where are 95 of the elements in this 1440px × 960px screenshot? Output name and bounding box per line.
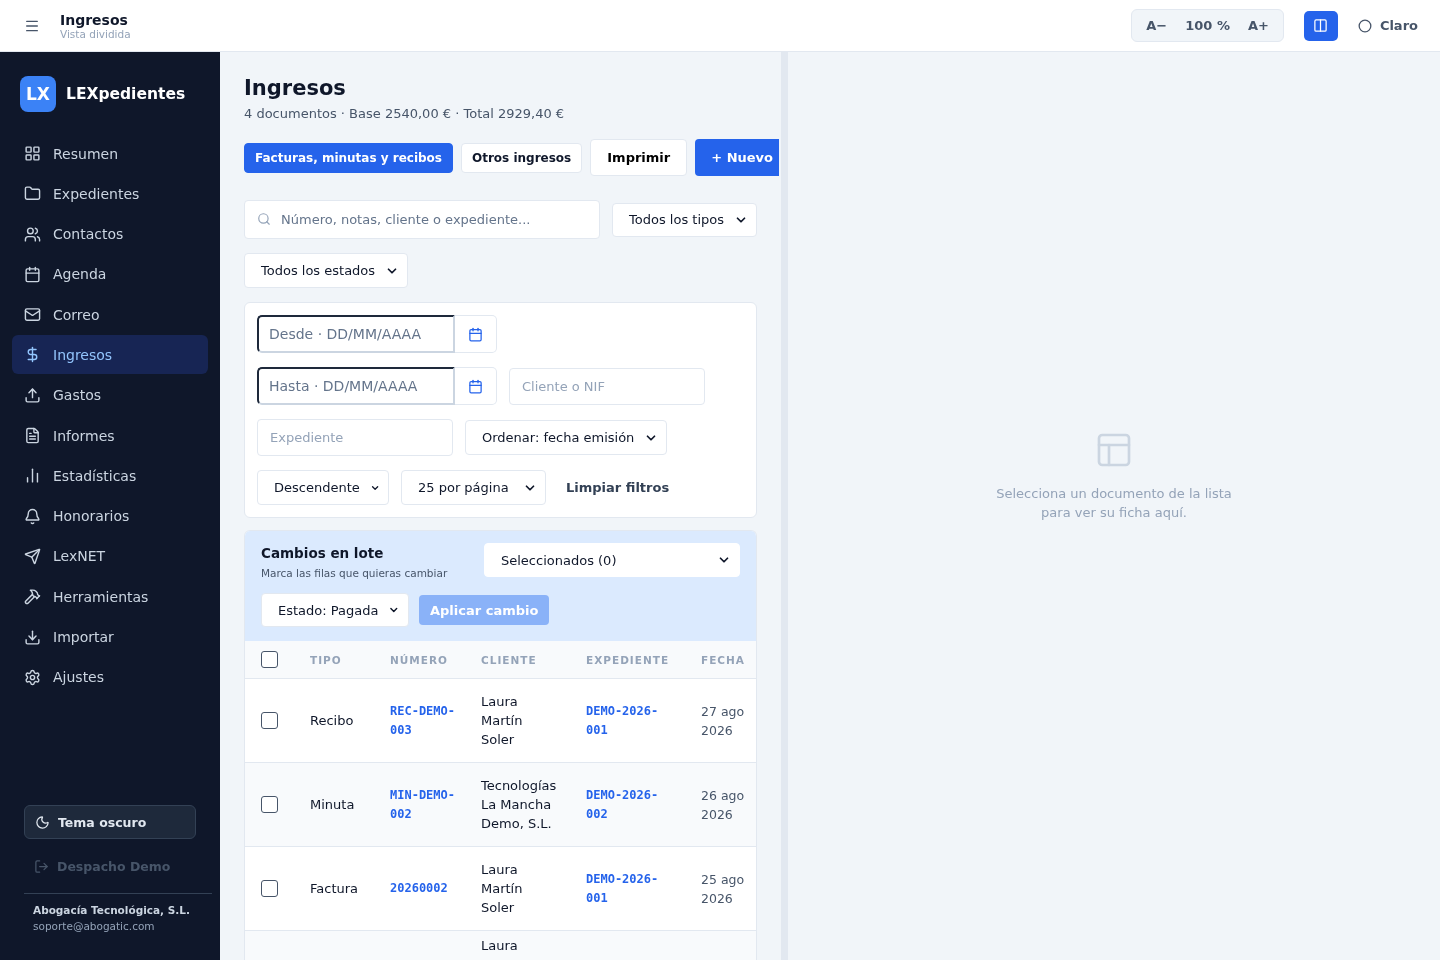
sidebar-item[interactable]: Correo [12, 295, 208, 335]
column-header: EXPEDIENTE [586, 653, 671, 666]
document-link[interactable]: MIN-DEMO-002 [390, 785, 469, 824]
split-view-button[interactable] [1303, 10, 1338, 41]
sidebar-item[interactable]: Agenda [12, 254, 208, 294]
column-header: NÚMERO [390, 653, 449, 666]
sidebar-item[interactable]: Ingresos [12, 335, 208, 375]
empty-detail-message: Selecciona un documento de la lista para ver su ficha aquí. [995, 485, 1233, 522]
sidebar-item[interactable]: Estadísticas [12, 456, 208, 496]
support-email: soporte@abogatic.com [33, 920, 156, 932]
checkbox[interactable] [261, 796, 278, 813]
moon-icon [35, 814, 50, 830]
users-icon [24, 225, 41, 243]
table-cell-text: Minuta [310, 796, 356, 814]
columns-icon [1313, 18, 1329, 33]
status-select[interactable]: Todos los estados [244, 253, 409, 288]
document-link[interactable]: REC-DEMO-003 [390, 701, 469, 740]
sidebar-item[interactable]: Ajustes [12, 657, 208, 697]
page-title: Ingresos [60, 11, 129, 28]
sidebar-item[interactable]: Importar [12, 617, 208, 657]
document-icon [24, 427, 41, 445]
table-cell-text: 27 ago 2026 [701, 702, 746, 740]
app-name: LEXpedientes [66, 85, 186, 103]
table-cell-text: Laura Martín Soler [481, 861, 524, 917]
clear-filters-link[interactable]: Limpiar filtros [558, 480, 678, 495]
selection-select[interactable]: Seleccionados (0) [484, 543, 740, 577]
table-cell-text: Tecnologías La Mancha Demo, S.L. [481, 777, 558, 833]
circle-icon [1357, 18, 1372, 33]
column-header: CLIENTE [481, 653, 538, 666]
zoom-out-button[interactable]: A− [1140, 16, 1174, 35]
client-field[interactable]: Cliente o NIF [509, 367, 705, 405]
theme-toggle[interactable]: Claro [1357, 18, 1418, 33]
table-cell-text: 26 ago 2026 [701, 786, 746, 824]
calendar-icon [468, 326, 483, 342]
table-cell-text: Laura [481, 937, 519, 955]
zoom-value: 100 % [1184, 18, 1231, 33]
paper-plane-icon [24, 547, 41, 565]
download-icon [24, 628, 41, 646]
upload-icon [24, 386, 41, 404]
search-field[interactable]: Número, notas, cliente o expediente... [244, 200, 601, 239]
bell-icon [24, 507, 41, 525]
calendar-button[interactable] [455, 315, 497, 353]
calendar-icon [468, 378, 483, 394]
settings-icon [24, 668, 41, 686]
column-header: TIPO [310, 653, 343, 666]
expediente-field[interactable]: Expediente [257, 419, 453, 456]
bar-chart-icon [24, 467, 41, 485]
calendar-button[interactable] [455, 367, 497, 405]
tab[interactable]: Otros ingresos [461, 142, 583, 173]
date-field[interactable]: Hasta · DD/MM/AAAA [257, 367, 455, 405]
sidebar-item[interactable]: Expedientes [12, 174, 208, 214]
batch-title: Cambios en lote [261, 545, 385, 561]
folder-icon [24, 185, 41, 203]
calendar-icon [24, 265, 41, 283]
checkbox[interactable] [261, 651, 278, 668]
table-cell-text: Factura [310, 880, 360, 898]
expediente-link[interactable]: DEMO-2026-001 [586, 869, 679, 908]
dark-theme-button[interactable]: Tema oscuro [24, 805, 196, 839]
sidebar-item[interactable]: Informes [12, 416, 208, 456]
document-link[interactable]: 20260002 [390, 879, 469, 898]
order-select[interactable]: Descendente [257, 470, 389, 505]
sort-select[interactable]: Ordenar: fecha emisión [465, 420, 668, 455]
new-button[interactable]: + Nuevo [695, 139, 779, 176]
expediente-link[interactable]: DEMO-2026-001 [586, 701, 679, 740]
sidebar-item[interactable]: Herramientas [12, 577, 208, 617]
mail-icon [24, 306, 41, 324]
logout-icon [34, 858, 49, 874]
date-field[interactable]: Desde · DD/MM/AAAA [257, 315, 455, 353]
page-size-select[interactable]: 25 por página [401, 470, 546, 505]
grid-icon [24, 145, 41, 162]
expediente-link[interactable]: DEMO-2026-002 [586, 785, 679, 824]
sidebar-item[interactable]: Contactos [12, 214, 208, 254]
column-header: FECHA [701, 653, 746, 666]
type-select[interactable]: Todos los tipos [612, 202, 757, 237]
logo-mark: LX [20, 76, 56, 112]
table-cell-text: 25 ago 2026 [701, 870, 746, 908]
checkbox[interactable] [261, 712, 278, 729]
list-title: Ingresos [244, 76, 347, 100]
tab[interactable]: Facturas, minutas y recibos [244, 142, 453, 173]
company-name: Abogacía Tecnológica, S.L. [33, 904, 191, 916]
print-button[interactable]: Imprimir [590, 139, 688, 176]
sidebar-item[interactable]: Gastos [12, 375, 208, 415]
search-icon [257, 212, 271, 226]
sidebar-item[interactable]: LexNET [12, 536, 208, 576]
page-subtitle: Vista dividida [60, 27, 132, 40]
table-cell-text: Recibo [310, 712, 355, 730]
status-change-select[interactable]: Estado: Pagada [261, 593, 409, 627]
sidebar-item[interactable]: Honorarios [12, 496, 208, 536]
hammer-icon [24, 588, 41, 606]
list-summary: 4 documentos · Base 2540,00 € · Total 2929,40 € [244, 106, 566, 121]
sidebar-item[interactable]: Resumen [12, 134, 208, 173]
batch-hint: Marca las filas que quieras cambiar [261, 567, 448, 579]
table-cell-text: Laura Martín Soler [481, 693, 524, 749]
checkbox[interactable] [261, 880, 278, 897]
zoom-in-button[interactable]: A+ [1241, 16, 1275, 35]
